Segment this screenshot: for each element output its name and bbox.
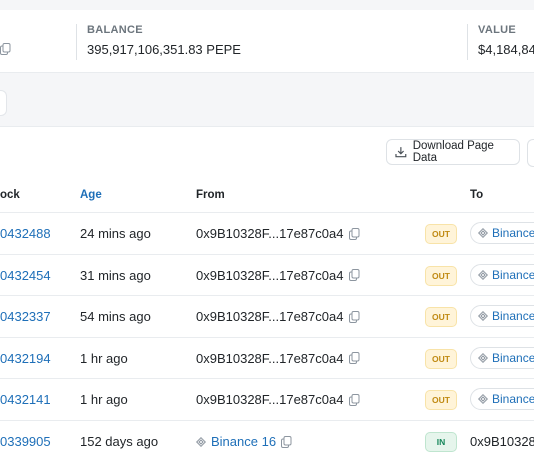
to-address-chip[interactable]: Binance <box>470 346 534 369</box>
copy-icon[interactable] <box>0 43 11 55</box>
from-address[interactable]: 0x9B10328F...17e87c0a4 <box>196 351 360 366</box>
from-address-text[interactable]: 0x9B10328F...17e87c0a4 <box>196 226 343 241</box>
block-number-link[interactable]: 0339905 <box>0 434 51 449</box>
table-row: 0432488 24 mins ago 0x9B10328F...17e87c0a4… <box>0 212 534 254</box>
from-address[interactable]: 0x9B10328F...17e87c0a4 <box>196 309 360 324</box>
tab-edge[interactable] <box>0 90 7 116</box>
transfers-card: Download Page Data ock Age From To 04324… <box>0 126 534 463</box>
col-header-age[interactable]: Age <box>80 189 102 201</box>
from-address-text[interactable]: 0x9B10328F...17e87c0a4 <box>196 268 343 283</box>
divider <box>467 24 468 60</box>
block-number-link[interactable]: 0432454 <box>0 268 51 283</box>
from-address[interactable]: 0x9B10328F...17e87c0a4 <box>196 392 360 407</box>
table-row: 0432194 1 hr ago 0x9B10328F...17e87c0a4 OUT… <box>0 336 534 379</box>
from-address[interactable]: Binance 16 <box>196 434 292 449</box>
col-header-to: To <box>470 189 484 201</box>
direction-badge: IN <box>425 432 457 452</box>
to-address-chip[interactable]: Binance <box>470 388 534 411</box>
age-text: 31 mins ago <box>80 267 151 283</box>
from-address[interactable]: 0x9B10328F...17e87c0a4 <box>196 268 360 283</box>
to-address-text[interactable]: Binance <box>492 226 534 240</box>
from-address[interactable]: 0x9B10328F...17e87c0a4 <box>196 226 360 241</box>
more-options-button[interactable] <box>527 139 534 167</box>
download-icon <box>395 147 407 158</box>
from-address-text[interactable]: 0x9B10328F...17e87c0a4 <box>196 351 343 366</box>
copy-icon[interactable] <box>349 269 360 282</box>
copy-icon[interactable] <box>349 310 360 323</box>
from-address-text[interactable]: 0x9B10328F...17e87c0a4 <box>196 309 343 324</box>
copy-icon[interactable] <box>349 352 360 365</box>
diamond-icon <box>478 228 488 238</box>
diamond-icon <box>196 436 206 447</box>
tab-strip <box>0 88 534 116</box>
diamond-icon <box>478 269 488 280</box>
diamond-icon <box>478 352 488 363</box>
token-summary-card: BALANCE 395,917,106,351.83 PEPE VALUE $4… <box>0 10 534 73</box>
to-address-text[interactable]: 0x9B10328 <box>470 434 534 449</box>
to-address-text[interactable]: Binance <box>492 268 534 282</box>
age-text: 54 mins ago <box>80 309 151 325</box>
col-header-from: From <box>196 189 225 201</box>
age-text: 1 hr ago <box>80 350 128 366</box>
diamond-icon <box>478 394 488 405</box>
to-address-text[interactable]: Binance <box>492 351 534 365</box>
balance-value: 395,917,106,351.83 PEPE <box>87 42 241 57</box>
age-text: 1 hr ago <box>80 392 128 408</box>
value-value: $4,184,843 <box>478 42 534 57</box>
to-address-text[interactable]: Binance <box>492 392 534 406</box>
copy-icon[interactable] <box>349 393 360 406</box>
table-row: 0432337 54 mins ago 0x9B10328F...17e87c0a4… <box>0 295 534 337</box>
direction-badge: OUT <box>425 348 457 369</box>
age-text: 24 mins ago <box>80 226 151 241</box>
copy-icon[interactable] <box>281 435 292 448</box>
block-number-link[interactable]: 0432141 <box>0 392 51 407</box>
table-row: 0432141 1 hr ago 0x9B10328F...17e87c0a4 OUT… <box>0 378 534 420</box>
copy-icon[interactable] <box>349 227 360 240</box>
direction-badge: OUT <box>425 265 457 286</box>
block-number-link[interactable]: 0432194 <box>0 351 51 366</box>
divider <box>76 24 77 60</box>
value-label: VALUE <box>478 24 516 36</box>
diamond-icon <box>478 311 488 322</box>
download-page-data-button[interactable]: Download Page Data <box>386 139 520 165</box>
to-address-chip[interactable]: Binance <box>470 222 534 244</box>
from-address-text[interactable]: 0x9B10328F...17e87c0a4 <box>196 392 343 407</box>
age-text: 152 days ago <box>80 434 159 449</box>
block-number-link[interactable]: 0432337 <box>0 309 51 324</box>
balance-label: BALANCE <box>87 24 143 36</box>
direction-badge: OUT <box>425 390 457 411</box>
download-label: Download Page Data <box>412 140 494 164</box>
col-header-block[interactable]: ock <box>0 189 20 201</box>
direction-badge: OUT <box>425 224 457 244</box>
block-number-link[interactable]: 0432488 <box>0 226 51 241</box>
to-address-chip[interactable]: Binance <box>470 305 534 328</box>
table-row: 0432454 31 mins ago 0x9B10328F...17e87c0a4… <box>0 253 534 296</box>
to-address-text[interactable]: Binance <box>492 309 534 323</box>
to-address-chip[interactable]: Binance <box>470 263 534 286</box>
from-address-text[interactable]: Binance 16 <box>211 434 276 449</box>
direction-badge: OUT <box>425 307 457 328</box>
table-row: 0339905 152 days ago Binance 16 IN 0x9B10328 <box>0 420 534 462</box>
